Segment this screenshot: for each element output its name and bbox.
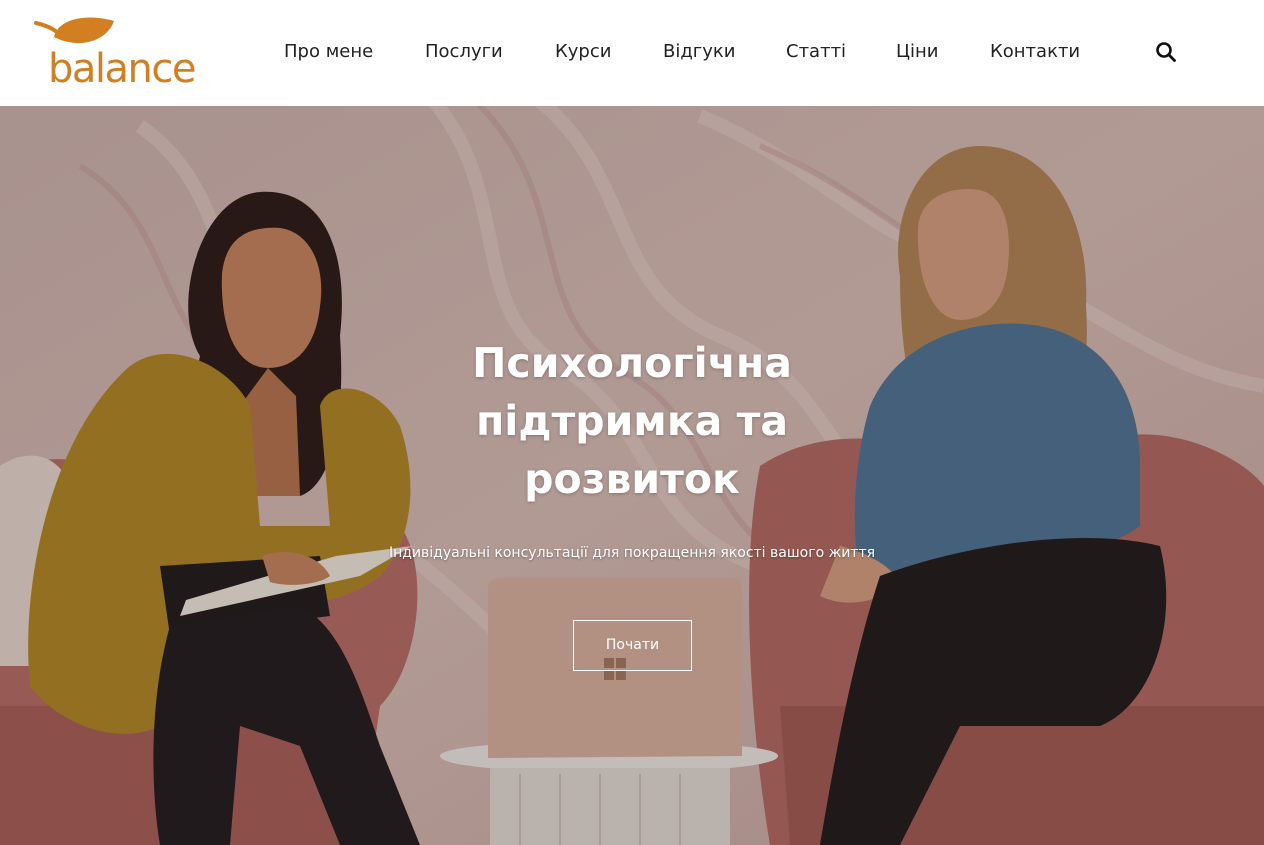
search-icon	[1156, 42, 1176, 62]
nav-item-courses[interactable]: Курси	[555, 40, 611, 64]
nav-item-services[interactable]: Послуги	[425, 40, 503, 64]
hero-section: Психологічна підтримка та розвиток Індив…	[0, 106, 1264, 845]
search-button[interactable]	[1155, 41, 1177, 63]
nav-item-about[interactable]: Про мене	[284, 40, 373, 64]
logo[interactable]: balance	[34, 13, 209, 92]
nav-item-contacts[interactable]: Контакти	[990, 40, 1080, 64]
start-button[interactable]: Почати	[573, 620, 692, 671]
nav-item-prices[interactable]: Ціни	[896, 40, 938, 64]
nav-item-articles[interactable]: Статті	[786, 40, 846, 64]
site-header: balance Про мене Послуги Курси Відгуки С…	[0, 0, 1264, 106]
nav-item-reviews[interactable]: Відгуки	[663, 40, 735, 64]
hero-title: Психологічна підтримка та розвиток	[472, 339, 792, 503]
hero-subtitle: Індивідуальні консультації для покращенн…	[388, 545, 876, 561]
logo-text: balance	[48, 46, 196, 92]
